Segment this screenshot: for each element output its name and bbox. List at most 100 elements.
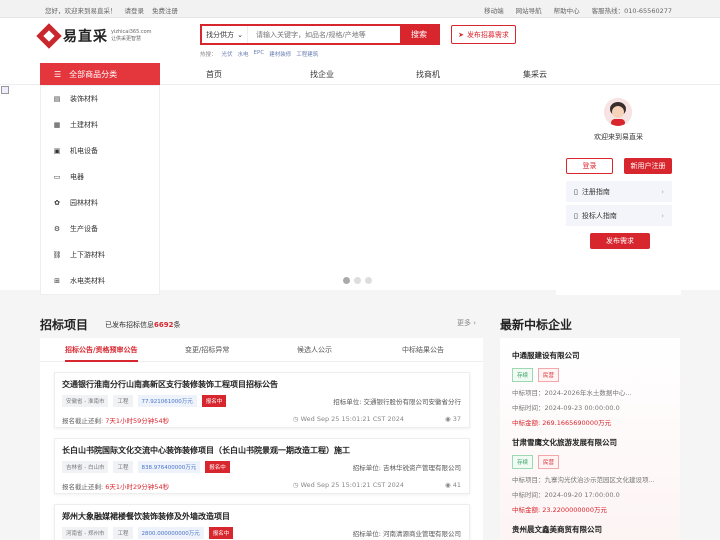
publish-need-button[interactable]: 发布需求 (590, 233, 650, 249)
category-menu: ▤ 装饰材料 ▦ 土建材料 ▣ 机电设备 ▭ 电器 ✿ 园林材料 ⚙ 生产设备 ⛓ 上下游材料… (40, 85, 160, 295)
bid-views: ◉ 37 (444, 415, 461, 423)
bid-title[interactable]: 交通银行淮南分行山南高新区支行装修装饰工程项目招标公告 (62, 379, 278, 390)
region-tag: 吉林省 - 白山市 (62, 461, 109, 473)
category-item[interactable]: ⛓ 上下游材料 (41, 242, 159, 268)
register-link[interactable]: 免费注册 (152, 5, 178, 15)
hot-term[interactable]: 工程建筑 (296, 50, 318, 58)
winner-item[interactable]: 甘肃雪鹰文化旅游发展有限公司 存续 民营 中标项目：九寨沟光伏治沙示范园区文化建… (512, 437, 672, 514)
bidding-count: 已发布招标信息6692条 (105, 321, 181, 329)
bid-card[interactable]: 长白山书院国际文化交流中心装饰装修项目（长白山书院景观一期改造工程）施工 吉林省… (54, 438, 470, 494)
tab-bid-announcement[interactable]: 招标公告/资格预审公告 (65, 345, 138, 355)
register-guide-link[interactable]: ▯ 注册指南 › (566, 181, 672, 202)
winner-name[interactable]: 中通服建设有限公司 (512, 350, 672, 361)
site-logo[interactable]: 易直采 yizhicai365.com 让供采更智慧 (36, 23, 152, 49)
plant-icon: ✿ (54, 199, 60, 207)
hot-term[interactable]: 水电 (238, 50, 249, 58)
logo-icon (36, 23, 62, 49)
bid-date: ◷ Wed Sep 25 15:01:21 CST 2024 (292, 415, 404, 423)
search-button[interactable]: 搜索 (400, 26, 438, 43)
eye-icon: ◉ (444, 481, 451, 489)
category-item[interactable]: ✿ 园林材料 (41, 190, 159, 216)
all-categories-button[interactable]: ☰ 全部商品分类 (40, 63, 160, 85)
bid-title[interactable]: 长白山书院国际文化交流中心装饰装修项目（长白山书院景观一期改造工程）施工 (62, 445, 350, 456)
bid-deadline: 报名截止还剩: 6天1小时29分钟54秒 (62, 483, 170, 491)
carousel-dot[interactable] (343, 277, 350, 284)
tab-results[interactable]: 中标结果公告 (402, 345, 444, 355)
type-tag: 工程 (113, 395, 133, 407)
login-button[interactable]: 登录 (566, 158, 613, 174)
bid-card[interactable]: 交通银行淮南分行山南高新区支行装修装饰工程项目招标公告 安徽省 - 淮南市 工程… (54, 372, 470, 428)
logo-domain: yizhicai365.com (111, 29, 152, 35)
login-link[interactable]: 请登录 (125, 5, 145, 15)
category-item[interactable]: ▤ 装饰材料 (41, 86, 159, 112)
ownership-badge: 民营 (538, 455, 560, 469)
winner-time: 中标时间：2024-09-23 00:00:00.0 (512, 404, 620, 412)
category-item[interactable]: ▦ 土建材料 (41, 112, 159, 138)
hotline-text: 客服热线：010-65560277 (591, 7, 672, 15)
tab-changes[interactable]: 变更/招标异常 (185, 345, 229, 355)
chevron-right-icon: › (661, 187, 664, 196)
gear-icon: ⚙ (53, 225, 61, 233)
status-badge: 报名中 (208, 527, 234, 539)
hot-term[interactable]: 建材装修 (269, 50, 291, 58)
nav-find-opportunity[interactable]: 找商机 (416, 69, 440, 80)
bid-unit: 招标单位: 吉林华锐资产管理有限公司 (352, 464, 461, 472)
hot-searches: 热搜： 光伏 水电 EPC 建材装修 工程建筑 (200, 50, 318, 58)
bid-card[interactable]: 郑州大象融媒裙楼餐饮装饰装修及外墙改造项目 河南省 - 郑州市 工程 2800.… (54, 504, 470, 540)
chevron-down-icon: ⌄ (237, 30, 243, 39)
type-tag: 工程 (113, 461, 133, 473)
winner-item[interactable]: 中通服建设有限公司 存续 民营 中标项目：2024-2026年水土数据中心...… (512, 350, 672, 427)
winner-item[interactable]: 贵州晨文鑫美商贸有限公司 (512, 524, 672, 535)
menu-icon: ☰ (54, 69, 62, 79)
region-tag: 安徽省 - 淮南市 (62, 395, 109, 407)
category-item[interactable]: ▣ 机电设备 (41, 138, 159, 164)
nav-find-company[interactable]: 找企业 (310, 69, 334, 80)
hot-term[interactable]: 光伏 (222, 50, 233, 58)
nav-home[interactable]: 首页 (206, 69, 222, 80)
category-item[interactable]: ▭ 电器 (41, 164, 159, 190)
search-input[interactable] (248, 26, 400, 43)
hot-label: 热搜： (200, 52, 217, 58)
appliance-icon: ▭ (53, 173, 61, 181)
search-scope-select[interactable]: 找分供方 ⌄ (202, 26, 248, 43)
amount-tag: 77.921061000万元 (137, 395, 197, 407)
carousel-dots (343, 277, 372, 284)
amount-tag: 2800.000000000万元 (137, 527, 204, 539)
hot-term[interactable]: EPC (254, 50, 265, 58)
type-tag: 工程 (113, 527, 133, 539)
winner-name[interactable]: 贵州晨文鑫美商贸有限公司 (512, 524, 672, 535)
register-button[interactable]: 新用户注册 (624, 158, 672, 174)
avatar (604, 98, 632, 126)
winner-name[interactable]: 甘肃雪鹰文化旅游发展有限公司 (512, 437, 672, 448)
carousel-dot[interactable] (365, 277, 372, 284)
clock-icon: ◷ (292, 415, 299, 423)
winner-amount: 中标金额: 269.1665690000万元 (512, 419, 612, 427)
tab-candidates[interactable]: 候选人公示 (297, 345, 332, 355)
motor-icon: ▣ (53, 147, 61, 155)
chevron-right-icon: › (661, 211, 664, 220)
site-nav-link[interactable]: 网站导航 (516, 5, 542, 15)
top-bar: 您好，欢迎来到易直采！ 请登录 免费注册 移动端 网站导航 帮助中心 客服热线：… (0, 0, 720, 18)
bidder-guide-link[interactable]: ▯ 投标人指南 › (566, 205, 672, 226)
bid-deadline: 报名截止还剩: 7天1小时59分钟54秒 (62, 417, 170, 425)
bid-title[interactable]: 郑州大象融媒裙楼餐饮装饰装修及外墙改造项目 (62, 511, 230, 522)
carousel-dot[interactable] (354, 277, 361, 284)
mobile-link[interactable]: 移动端 (484, 5, 504, 15)
more-link[interactable]: 更多 › (457, 318, 476, 328)
main-nav: ☰ 全部商品分类 首页 找企业 找商机 集采云 (0, 63, 720, 85)
logo-name: 易直采 (63, 29, 108, 45)
chevron-right-icon: › (473, 319, 477, 327)
category-item[interactable]: ⊞ 水电类材料 (41, 268, 159, 294)
status-badge: 存续 (512, 368, 534, 382)
welcome-text: 欢迎来到易直采 (594, 133, 643, 141)
status-badge: 存续 (512, 455, 534, 469)
help-center-link[interactable]: 帮助中心 (554, 5, 580, 15)
category-item[interactable]: ⚙ 生产设备 (41, 216, 159, 242)
pipe-icon: ⊞ (54, 277, 60, 285)
publish-request-button[interactable]: ➤ 发布招募需求 (451, 25, 516, 44)
header: 易直采 yizhicai365.com 让供采更智慧 找分供方 ⌄ 搜索 热搜：… (0, 18, 720, 63)
bid-views: ◉ 41 (444, 481, 461, 489)
nav-procurement-cloud[interactable]: 集采云 (523, 69, 547, 80)
user-doc-icon: ▯ (574, 211, 578, 220)
clock-icon: ◷ (292, 481, 299, 489)
